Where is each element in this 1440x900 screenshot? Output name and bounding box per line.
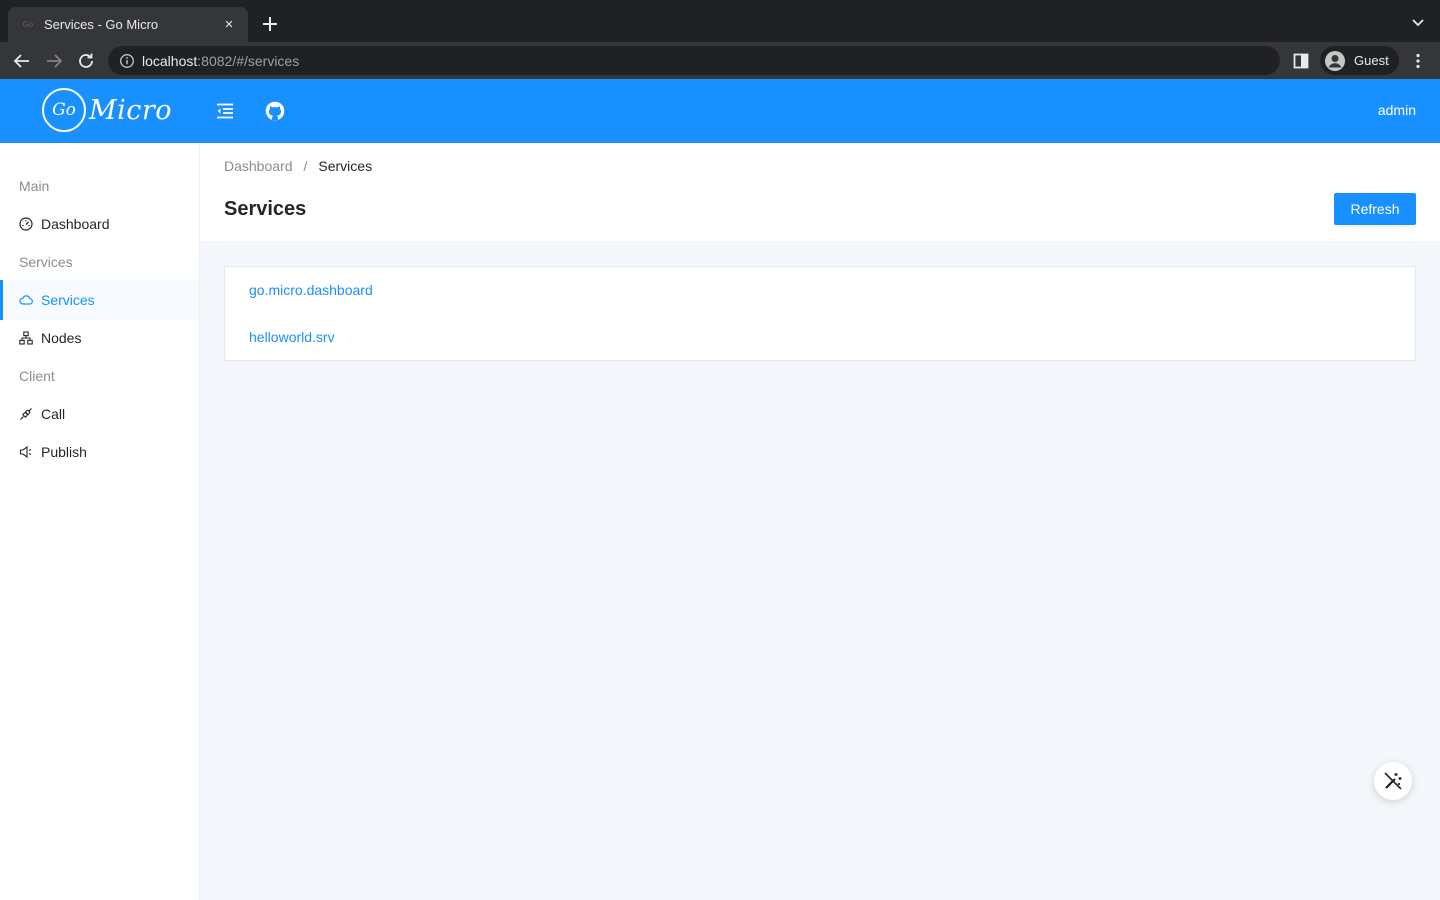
services-list-card: go.micro.dashboard helloworld.srv: [224, 266, 1416, 361]
breadcrumb-dashboard[interactable]: Dashboard: [224, 158, 293, 174]
sidebar-item-dashboard[interactable]: Dashboard: [0, 204, 199, 244]
sidebar-item-label: Call: [41, 406, 66, 422]
profile-button[interactable]: Guest: [1320, 46, 1399, 75]
service-link[interactable]: go.micro.dashboard: [249, 282, 373, 298]
site-info-icon[interactable]: [119, 53, 135, 69]
browser-tabstrip: Go Services - Go Micro ×: [0, 0, 1440, 42]
go-micro-logo[interactable]: Go Micro: [42, 88, 172, 132]
sidebar-item-call[interactable]: Call: [0, 394, 199, 434]
app-header: Go Micro admin: [0, 79, 1440, 143]
sidebar-group-services: Services: [19, 254, 73, 270]
tab-close-icon[interactable]: ×: [220, 16, 238, 34]
guest-avatar-icon: [1324, 50, 1346, 72]
breadcrumb: Dashboard / Services: [224, 158, 372, 174]
page-header: Dashboard / Services Services Refresh: [200, 143, 1440, 241]
breadcrumb-current: Services: [318, 158, 373, 174]
logo-word: Micro: [89, 94, 173, 126]
sidebar-group-client: Client: [19, 368, 55, 384]
user-menu[interactable]: admin: [1378, 102, 1416, 118]
github-icon[interactable]: [264, 100, 286, 122]
breadcrumb-separator: /: [303, 158, 308, 174]
sidebar-item-publish[interactable]: Publish: [0, 432, 199, 472]
sidebar-group-main: Main: [19, 178, 50, 194]
sidebar-item-nodes[interactable]: Nodes: [0, 318, 199, 358]
menu-fold-icon[interactable]: [214, 100, 236, 122]
service-link[interactable]: helloworld.srv: [249, 329, 335, 345]
floating-helper-button[interactable]: [1374, 762, 1412, 800]
sidebar-item-label: Services: [41, 292, 95, 308]
sidebar: Main Dashboard Services Services Nodes C…: [0, 143, 200, 900]
sidebar-item-services[interactable]: Services: [0, 280, 199, 320]
tab-favicon-icon: Go: [22, 20, 34, 29]
tab-search-chevron-icon[interactable]: [1410, 14, 1426, 30]
profile-label: Guest: [1354, 53, 1389, 68]
refresh-button[interactable]: Refresh: [1334, 193, 1416, 225]
page-title: Services: [224, 198, 307, 220]
side-panel-icon[interactable]: [1292, 52, 1310, 70]
api-icon: [19, 407, 33, 421]
logo-mark: Go: [42, 88, 86, 132]
dashboard-icon: [19, 217, 33, 231]
reload-icon[interactable]: [75, 50, 97, 72]
forward-icon[interactable]: [43, 50, 65, 72]
back-icon[interactable]: [11, 50, 33, 72]
sound-icon: [19, 445, 33, 459]
browser-menu-icon[interactable]: [1409, 52, 1427, 70]
tab-title: Services - Go Micro: [44, 17, 159, 32]
sidebar-item-label: Dashboard: [41, 216, 110, 232]
url-host: localhost: [142, 52, 198, 69]
new-tab-icon[interactable]: [258, 12, 282, 36]
browser-toolbar: localhost:8082/#/services Guest: [0, 42, 1440, 79]
address-bar[interactable]: localhost:8082/#/services: [108, 46, 1280, 75]
browser-tab[interactable]: Go Services - Go Micro ×: [8, 7, 248, 42]
magic-wand-off-icon: [1382, 770, 1404, 792]
sidebar-item-label: Publish: [41, 444, 87, 460]
cluster-icon: [19, 331, 33, 345]
sidebar-item-label: Nodes: [41, 330, 82, 346]
url-path: :8082/#/services: [197, 52, 300, 69]
cloud-icon: [19, 293, 33, 307]
